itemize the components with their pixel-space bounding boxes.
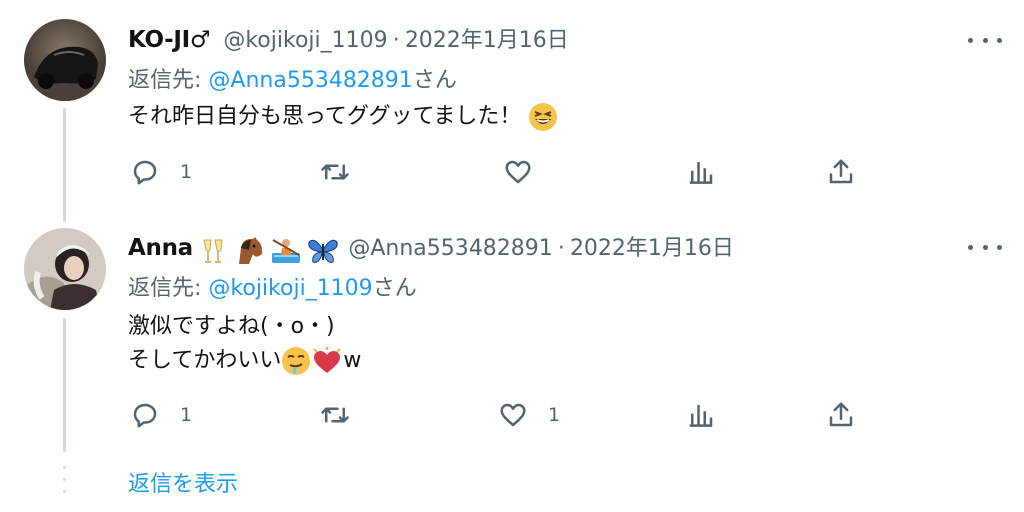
separator: · — [557, 236, 565, 261]
share-icon — [829, 159, 853, 184]
reply-to: 返信先: @kojikoji_1109さん — [128, 270, 417, 302]
handle[interactable]: @Anna553482891 — [348, 236, 552, 261]
tweet-text: それ昨日自分も思ってググッてました！ — [128, 100, 558, 134]
analytics-icon — [689, 405, 713, 427]
display-name[interactable]: Anna — [128, 235, 193, 261]
like-button[interactable]: 1 — [498, 400, 560, 430]
reply-to-prefix: 返信先: — [128, 276, 209, 301]
tweet-text-line-2: そしてかわいい w — [128, 344, 361, 378]
tweet-header: Anna @Anna553482891 · 2022年1月16日 — [128, 230, 734, 266]
handle[interactable]: @kojikoji_1109 — [223, 28, 387, 53]
like-count: 1 — [548, 404, 561, 426]
timestamp[interactable]: 2022年1月16日 — [405, 28, 569, 53]
horse-face-emoji-icon — [239, 236, 263, 264]
reply-count: 1 — [180, 161, 193, 183]
drooling-face-emoji-icon — [282, 347, 311, 375]
thread-line — [63, 318, 66, 452]
champagne-glasses-emoji-icon — [203, 239, 223, 263]
reply-to-handle[interactable]: @kojikoji_1109 — [208, 276, 372, 301]
reply-to-handle[interactable]: @Anna553482891 — [208, 68, 412, 93]
reply-icon — [133, 160, 157, 185]
reply-to-prefix: 返信先: — [128, 68, 209, 93]
tweet-text-line: そしてかわいい — [128, 348, 282, 373]
reply-to: 返信先: @Anna553482891さん — [128, 62, 457, 94]
separator: · — [392, 28, 400, 53]
rowing-emoji-icon — [272, 238, 301, 263]
more-icon[interactable] — [968, 237, 1002, 257]
reply-to-suffix: さん — [372, 276, 417, 301]
like-icon — [505, 160, 531, 184]
show-replies-link[interactable]: 返信を表示 — [128, 466, 238, 498]
more-icon[interactable] — [968, 30, 1002, 50]
retweet-icon — [321, 407, 349, 423]
tweet-text-suffix: w — [343, 348, 362, 373]
sparkling-heart-emoji-icon — [313, 347, 342, 373]
like-button[interactable] — [503, 157, 553, 187]
tweet-text-line: 激似ですよね(・o・) — [128, 314, 335, 339]
share-button[interactable] — [826, 157, 856, 187]
reply-to-suffix: さん — [412, 68, 457, 93]
tweet-text: 激似ですよね(・o・) そしてかわいい w — [128, 310, 361, 378]
like-icon — [500, 403, 526, 427]
avatar[interactable] — [24, 228, 106, 310]
share-button[interactable] — [826, 400, 856, 430]
butterfly-emoji-icon — [308, 239, 338, 263]
retweet-icon — [321, 164, 349, 180]
display-name[interactable]: KO-JI♂ — [128, 27, 211, 53]
analytics-button[interactable] — [686, 400, 716, 430]
analytics-button[interactable] — [686, 157, 716, 187]
thread-line — [63, 108, 66, 222]
avatar[interactable] — [24, 19, 106, 101]
reply-button[interactable]: 1 — [130, 400, 192, 430]
reply-button[interactable]: 1 — [130, 157, 192, 187]
reply-icon — [133, 403, 157, 428]
analytics-icon — [689, 162, 713, 184]
retweet-button[interactable] — [320, 400, 370, 430]
grinning-squinting-emoji-icon — [529, 103, 558, 131]
retweet-button[interactable] — [320, 157, 370, 187]
timestamp[interactable]: 2022年1月16日 — [570, 236, 734, 261]
reply-count: 1 — [180, 404, 193, 426]
share-icon — [829, 402, 853, 427]
tweet-text-line: それ昨日自分も思ってググッてました！ — [128, 104, 522, 129]
tweet-header: KO-JI♂ @kojikoji_1109 · 2022年1月16日 — [128, 22, 569, 54]
